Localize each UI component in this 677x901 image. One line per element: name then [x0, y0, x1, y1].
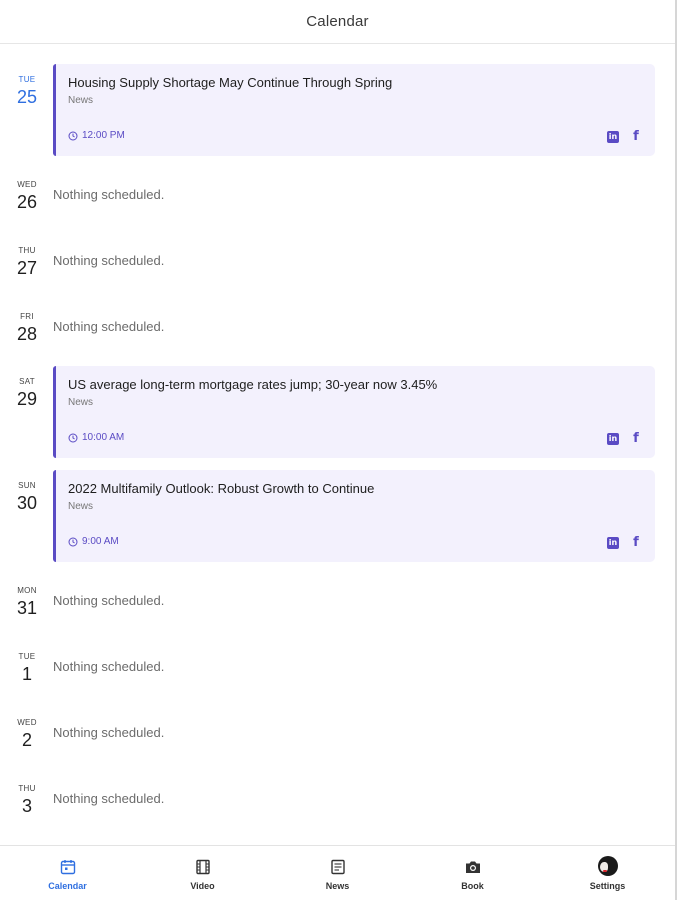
day-label: FRI 28 — [6, 312, 48, 344]
clock-icon — [68, 131, 78, 140]
day-label: WED 2 — [6, 718, 48, 750]
day-number: 1 — [21, 664, 32, 684]
event-title: Housing Supply Shortage May Continue Thr… — [68, 75, 393, 90]
newspaper-icon — [330, 859, 345, 875]
page-title: Calendar — [306, 13, 369, 30]
day-row: SAT 29 US average long-term mortgage rat… — [0, 366, 675, 460]
avatar-icon — [597, 856, 618, 876]
day-label: TUE 1 — [6, 652, 48, 684]
day-label: TUE 25 — [6, 75, 48, 107]
day-number: 30 — [16, 493, 38, 513]
event-time: 9:00 AM — [68, 536, 119, 547]
day-of-week: THU — [18, 246, 36, 255]
nothing-scheduled-text: Nothing scheduled. — [53, 659, 165, 674]
nav-label: News — [325, 881, 350, 891]
share-icons: in f — [607, 536, 641, 549]
bottom-nav: Calendar Video News Book Settings — [0, 845, 675, 901]
nav-label: Book — [461, 881, 484, 891]
day-row: TUE 25 Housing Supply Shortage May Conti… — [0, 64, 675, 158]
event-time: 12:00 PM — [68, 130, 125, 141]
day-number: 28 — [16, 324, 38, 344]
linkedin-icon[interactable]: in — [607, 130, 619, 143]
event-card[interactable]: Housing Supply Shortage May Continue Thr… — [53, 64, 655, 156]
nav-item-video[interactable]: Video — [135, 846, 270, 901]
nothing-scheduled-text: Nothing scheduled. — [53, 791, 165, 806]
nav-item-calendar[interactable]: Calendar — [0, 846, 135, 901]
day-label: THU 3 — [6, 784, 48, 816]
day-of-week: TUE — [18, 652, 36, 661]
share-icons: in f — [607, 432, 641, 445]
event-time: 10:00 AM — [68, 432, 124, 443]
event-card[interactable]: 2022 Multifamily Outlook: Robust Growth … — [53, 470, 655, 562]
event-category: News — [68, 95, 94, 106]
event-category: News — [68, 397, 94, 408]
day-number: 27 — [16, 258, 38, 278]
day-number: 31 — [16, 598, 38, 618]
day-of-week: MON — [17, 586, 37, 595]
day-of-week: WED — [17, 180, 37, 189]
nav-item-book[interactable]: Book — [405, 846, 540, 901]
day-of-week: THU — [18, 784, 36, 793]
day-label: SAT 29 — [6, 377, 48, 409]
day-number: 26 — [16, 192, 38, 212]
day-of-week: TUE — [18, 75, 36, 84]
nothing-scheduled-text: Nothing scheduled. — [53, 187, 165, 202]
facebook-icon[interactable]: f — [631, 432, 641, 445]
day-row: SUN 30 2022 Multifamily Outlook: Robust … — [0, 470, 675, 564]
day-row: WED 26 Nothing scheduled. — [0, 180, 675, 220]
share-icons: in f — [607, 130, 641, 143]
day-of-week: WED — [17, 718, 37, 727]
day-number: 3 — [21, 796, 32, 816]
facebook-icon[interactable]: f — [631, 130, 641, 143]
event-title: 2022 Multifamily Outlook: Robust Growth … — [68, 481, 375, 496]
day-number: 2 — [21, 730, 32, 750]
day-row: THU 3 Nothing scheduled. — [0, 784, 675, 824]
nothing-scheduled-text: Nothing scheduled. — [53, 725, 165, 740]
day-of-week: SAT — [19, 377, 35, 386]
nav-label: Video — [190, 881, 215, 891]
event-time-text: 12:00 PM — [82, 130, 125, 141]
day-label: WED 26 — [6, 180, 48, 212]
header-bar: Calendar — [0, 0, 675, 44]
day-row: FRI 28 Nothing scheduled. — [0, 312, 675, 352]
facebook-icon[interactable]: f — [631, 536, 641, 549]
nav-item-news[interactable]: News — [270, 846, 405, 901]
day-number: 29 — [16, 389, 38, 409]
event-category: News — [68, 501, 94, 512]
day-label: SUN 30 — [6, 481, 48, 513]
linkedin-icon[interactable]: in — [607, 536, 619, 549]
day-row: THU 27 Nothing scheduled. — [0, 246, 675, 286]
day-row: WED 2 Nothing scheduled. — [0, 718, 675, 758]
day-row: MON 31 Nothing scheduled. — [0, 586, 675, 626]
nav-label: Calendar — [48, 881, 87, 891]
day-row: TUE 1 Nothing scheduled. — [0, 652, 675, 692]
calendar-icon — [60, 860, 75, 875]
day-number: 25 — [16, 87, 38, 107]
day-label: MON 31 — [6, 586, 48, 618]
nothing-scheduled-text: Nothing scheduled. — [53, 593, 165, 608]
nav-label: Settings — [589, 881, 626, 891]
nothing-scheduled-text: Nothing scheduled. — [53, 253, 165, 268]
day-label: THU 27 — [6, 246, 48, 278]
day-of-week: FRI — [20, 312, 34, 321]
nothing-scheduled-text: Nothing scheduled. — [53, 319, 165, 334]
clock-icon — [68, 537, 78, 546]
event-title: US average long-term mortgage rates jump… — [68, 377, 438, 392]
day-of-week: SUN — [18, 481, 36, 490]
event-card[interactable]: US average long-term mortgage rates jump… — [53, 366, 655, 458]
nav-item-settings[interactable]: Settings — [540, 846, 675, 901]
camera-icon — [465, 861, 480, 873]
film-icon — [195, 859, 210, 875]
event-time-text: 10:00 AM — [82, 432, 125, 443]
event-time-text: 9:00 AM — [82, 536, 119, 547]
clock-icon — [68, 433, 78, 442]
linkedin-icon[interactable]: in — [607, 432, 619, 445]
